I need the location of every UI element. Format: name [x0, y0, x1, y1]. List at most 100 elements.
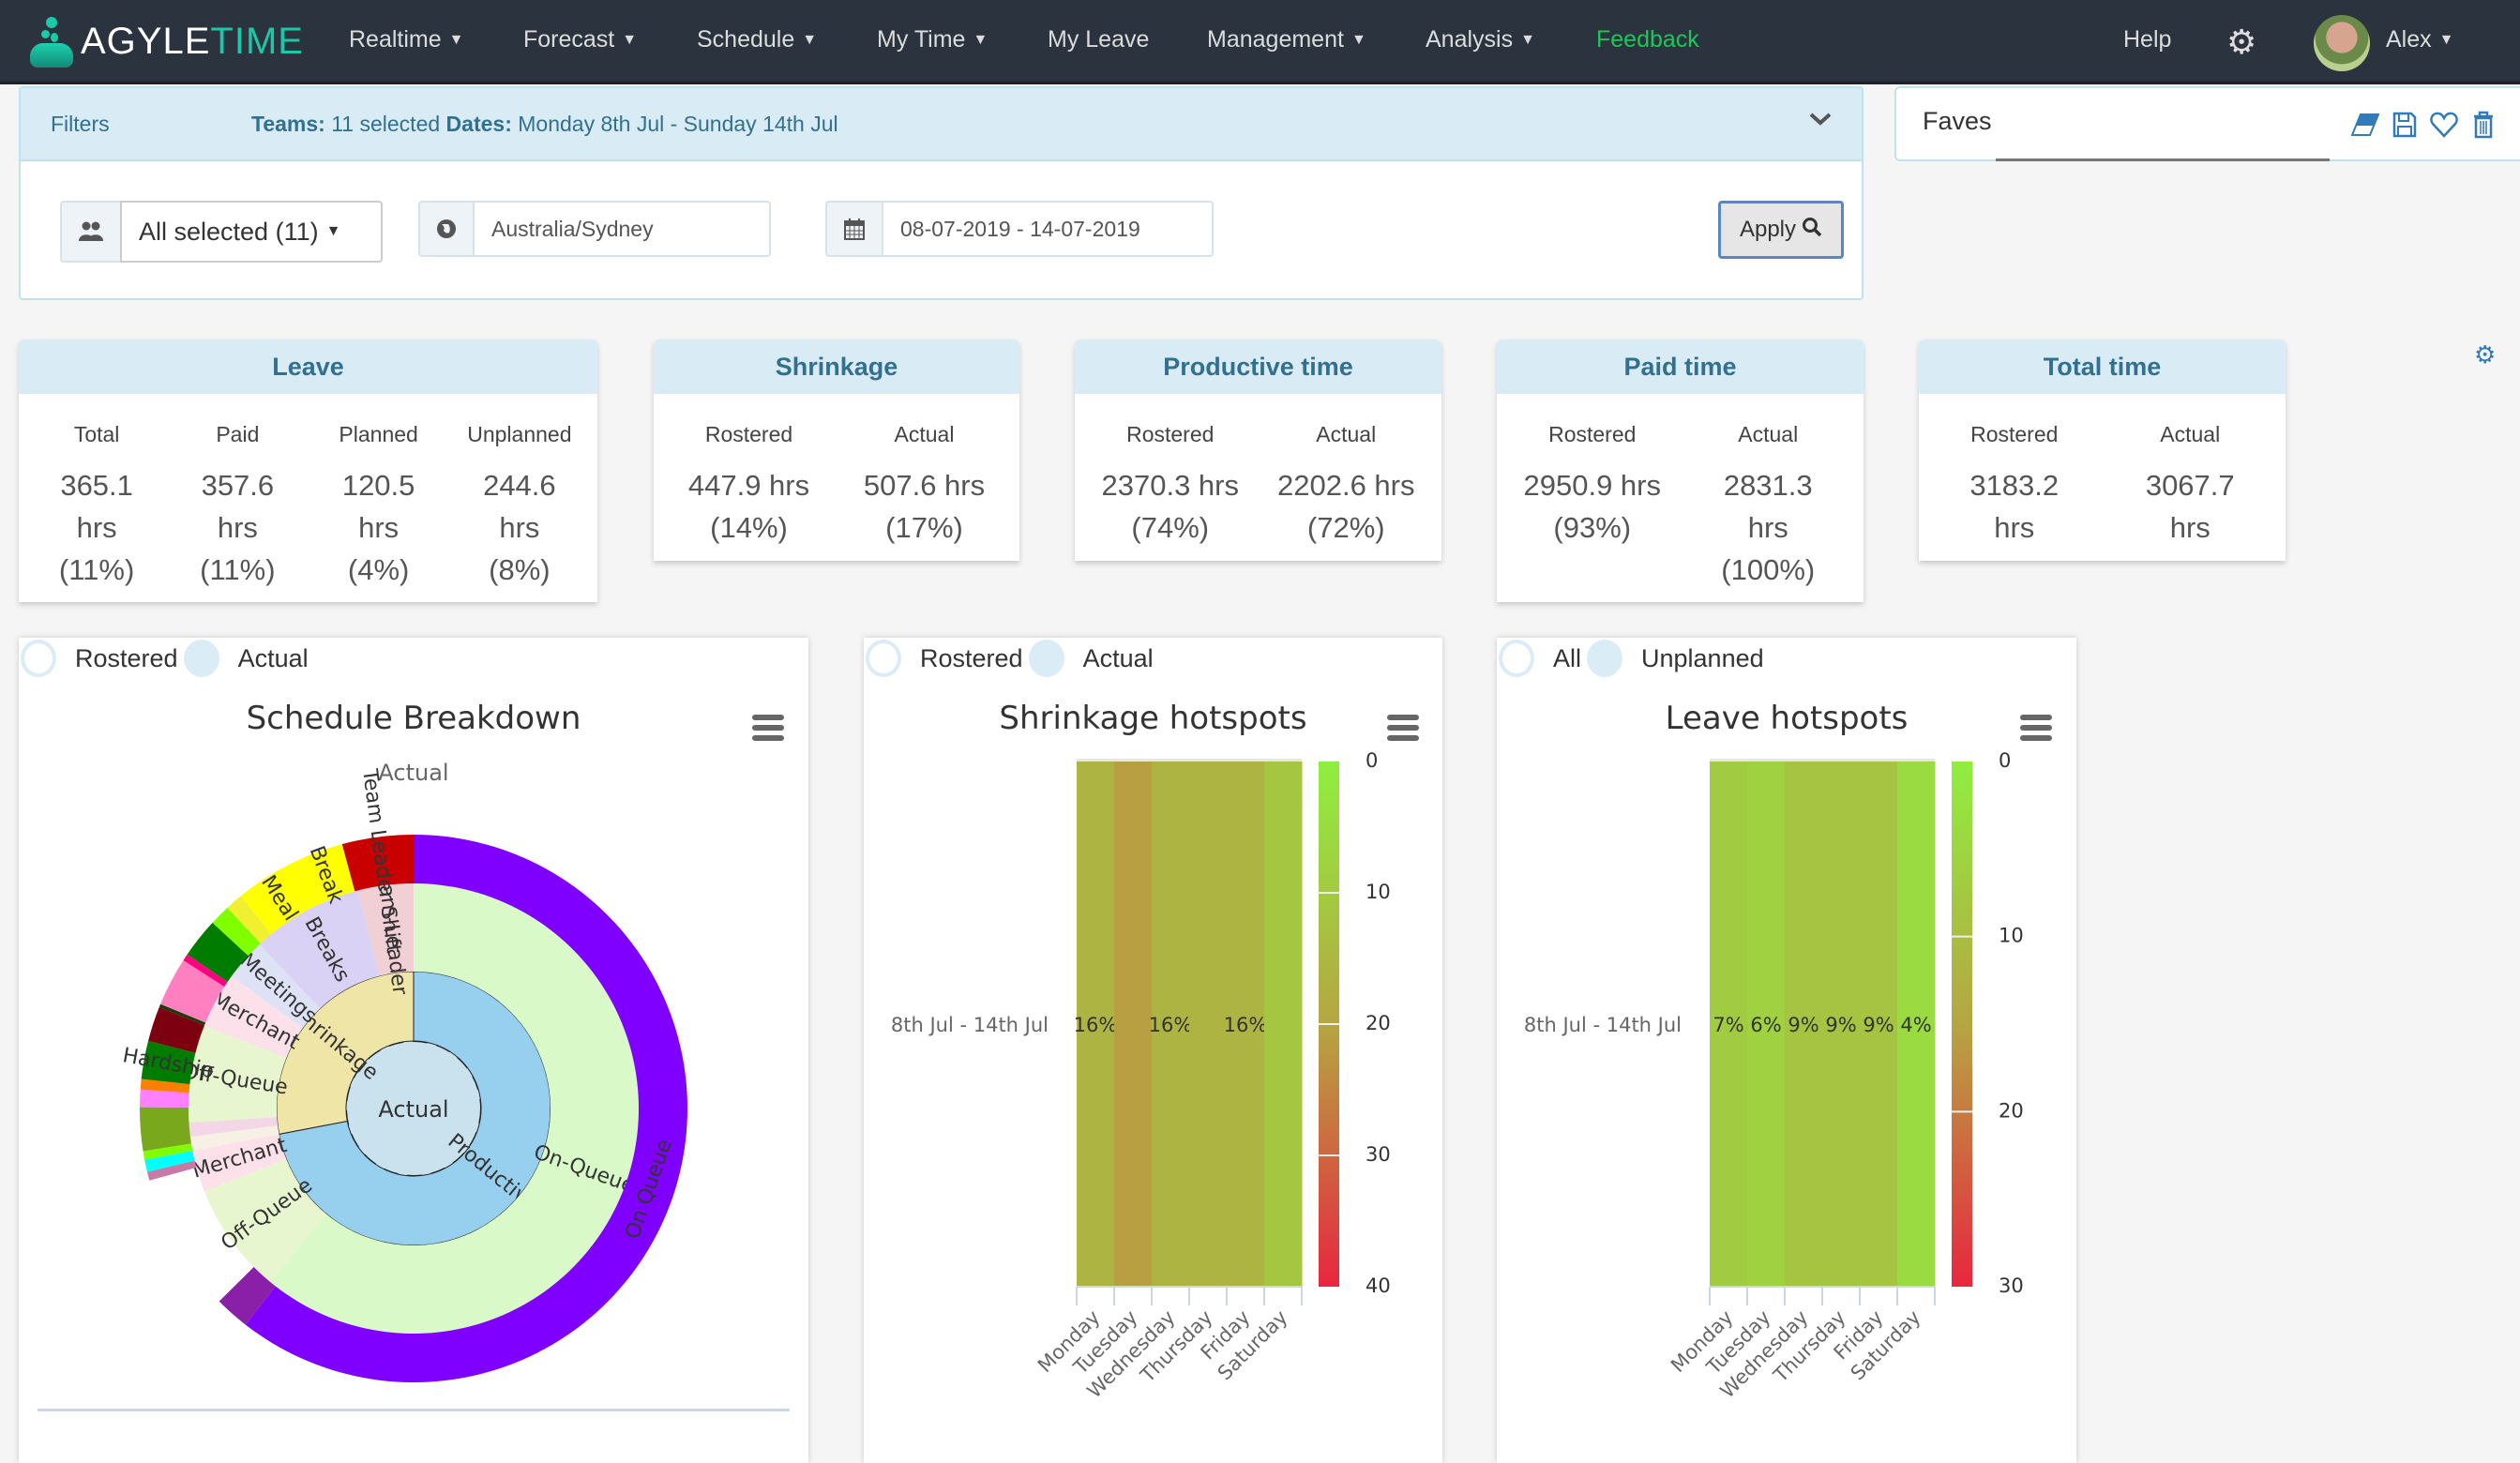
heatmap-data-label: 9%: [1788, 1014, 1818, 1036]
sunburst-chart: ActualProductiveShrinkageOn-QueueOff-Que…: [121, 767, 688, 1382]
apply-button[interactable]: Apply: [1718, 201, 1844, 259]
shrinkage-hotspots-card: Rostered Actual Shrinkage hotspots 16% 16…: [864, 638, 1442, 1463]
stat-card-title: Paid time: [1497, 339, 1864, 394]
leave-hotspots-card: All Unplanned Leave hotspots 7% 6% 9% 9% 9% 4…: [1497, 638, 2076, 1463]
heatmap-cell[interactable]: [1189, 762, 1228, 1287]
teams-users-icon: [60, 201, 122, 263]
caret-down-icon: ▼: [2438, 32, 2454, 48]
stat-card-productive-time: Productive time Rostered 2370.3 hrs (74%)…: [1075, 339, 1441, 561]
agyletime-logo-icon: [26, 15, 75, 68]
faves-input[interactable]: [1996, 88, 2330, 161]
heatmap-data-label: 16%: [1224, 1014, 1268, 1036]
sunburst-segment[interactable]: [140, 1107, 191, 1152]
stat-actual: Actual 2202.6 hrs (72%): [1277, 422, 1415, 544]
stat-actual: Actual 507.6 hrs (17%): [863, 422, 986, 544]
date-range-input[interactable]: 08-07-2019 - 14-07-2019: [882, 201, 1214, 257]
stat-rostered: Rostered 2370.3 hrs (74%): [1101, 422, 1240, 544]
stat-paid: Paid 357.6 hrs (11%): [200, 422, 276, 586]
color-axis-bar: [1952, 762, 1972, 1287]
user-menu[interactable]: Alex ▼: [2386, 26, 2453, 53]
calendar-icon: [825, 201, 883, 257]
stat-card-leave: Leave Total 365.1 hrs (11%) Paid 357.6 hrs…: [19, 339, 597, 602]
nav-analysis[interactable]: Analysis ▼: [1426, 26, 1535, 53]
nav-my-leave[interactable]: My Leave: [1048, 26, 1149, 53]
leave-heatmap: 7% 6% 9% 9% 9% 4%8th Jul - 14th JulMondayTues…: [1524, 749, 2024, 1403]
color-axis-label: 20: [1366, 1012, 1391, 1034]
stat-card-title: Leave: [19, 339, 597, 394]
stat-rostered: Rostered 447.9 hrs (14%): [687, 422, 810, 544]
heatmap-row-label: 8th Jul - 14th Jul: [1524, 1014, 1682, 1036]
stat-rostered: Rostered 3183.2 hrs: [1969, 422, 2060, 544]
heatmap-data-label: 9%: [1825, 1014, 1856, 1036]
globe-icon: [418, 201, 475, 257]
heatmap-cell[interactable]: [1114, 762, 1153, 1287]
timezone-input[interactable]: Australia/Sydney: [473, 201, 771, 257]
stat-actual: Actual 2831.3 hrs (100%): [1721, 422, 1816, 586]
stat-card-paid-time: Paid time Rostered 2950.9 hrs (93%) Actua…: [1497, 339, 1864, 602]
filters-header[interactable]: Filters Teams: 11 selected Dates: Monday…: [21, 88, 1862, 161]
stat-card-shrinkage: Shrinkage Rostered 447.9 hrs (14%) Actual…: [654, 339, 1019, 561]
color-axis-label: 10: [1366, 881, 1391, 903]
color-axis-label: 30: [1999, 1274, 2024, 1297]
heart-icon[interactable]: [2428, 109, 2460, 141]
heatmap-data-label: 7%: [1713, 1014, 1743, 1036]
faves-label: Faves: [1923, 107, 1992, 135]
eraser-icon[interactable]: [2349, 109, 2381, 141]
search-icon: [1802, 217, 1822, 244]
stat-total: Total 365.1 hrs (11%): [58, 422, 135, 586]
nav-feedback[interactable]: Feedback: [1596, 26, 1699, 53]
faves-panel: Faves: [1894, 86, 2520, 161]
caret-down-icon: ▼: [622, 32, 638, 48]
sunburst-center-label: Actual: [378, 1096, 448, 1123]
filters-summary: Teams: 11 selected Dates: Monday 8th Jul…: [251, 112, 838, 136]
nav-management[interactable]: Management ▼: [1207, 26, 1366, 53]
stat-unplanned: Unplanned 244.6 hrs (8%): [467, 422, 572, 586]
stat-planned: Planned 120.5 hrs (4%): [339, 422, 418, 586]
color-axis-label: 20: [1999, 1099, 2024, 1122]
heatmap-data-label: 4%: [1900, 1014, 1931, 1036]
nav-my-time[interactable]: My Time ▼: [877, 26, 988, 53]
stat-actual: Actual 3067.7 hrs: [2145, 422, 2235, 544]
trash-icon[interactable]: [2467, 109, 2499, 141]
settings-gear-icon[interactable]: ⚙: [2226, 23, 2256, 62]
color-axis-label: 30: [1366, 1143, 1391, 1166]
chart-divider: [38, 1409, 790, 1411]
heatmap-data-label: 9%: [1863, 1014, 1894, 1036]
stat-card-title: Total time: [1919, 339, 2286, 394]
color-axis-label: 0: [1366, 749, 1378, 772]
heatmap-row-label: 8th Jul - 14th Jul: [891, 1014, 1049, 1036]
teams-select[interactable]: All selected (11) ▼: [120, 201, 383, 263]
color-axis-label: 0: [1999, 749, 2011, 772]
top-navbar: AGYLETIME Realtime ▼ Forecast ▼ Schedule ▼ …: [0, 0, 2520, 84]
color-axis-label: 10: [1999, 925, 2024, 947]
color-axis-label: 40: [1366, 1274, 1391, 1297]
nav-schedule[interactable]: Schedule ▼: [697, 26, 817, 53]
brand-logo[interactable]: AGYLETIME: [26, 15, 304, 68]
caret-down-icon: ▼: [1520, 32, 1535, 48]
brand-name: AGYLETIME: [81, 20, 304, 62]
nav-realtime[interactable]: Realtime ▼: [349, 26, 464, 53]
nav-forecast[interactable]: Forecast ▼: [523, 26, 637, 53]
heatmap-cell[interactable]: [1264, 762, 1303, 1287]
stat-card-title: Productive time: [1075, 339, 1441, 394]
save-icon[interactable]: [2389, 109, 2421, 141]
user-avatar[interactable]: [2314, 15, 2370, 71]
nav-help[interactable]: Help: [2123, 26, 2171, 53]
stat-card-total-time: Total time Rostered 3183.2 hrs Actual 3067…: [1919, 339, 2286, 561]
filters-panel: Filters Teams: 11 selected Dates: Monday…: [19, 86, 1864, 300]
chevron-down-icon[interactable]: [1809, 105, 1832, 134]
caret-down-icon: ▼: [802, 32, 818, 48]
caret-down-icon: ▼: [973, 32, 988, 48]
dashboard-settings-gear-icon[interactable]: ⚙: [2474, 340, 2496, 370]
caret-down-icon: ▼: [1351, 32, 1366, 48]
caret-down-icon: ▼: [448, 32, 464, 48]
schedule-breakdown-card: Rostered Actual Schedule Breakdown Actua…: [19, 638, 808, 1463]
shrinkage-heatmap: 16% 16% 16%8th Jul - 14th JulMondayTuesday…: [891, 749, 1391, 1403]
stat-card-title: Shrinkage: [654, 339, 1019, 394]
stat-rostered: Rostered 2950.9 hrs (93%): [1523, 422, 1662, 544]
heatmap-data-label: 16%: [1074, 1014, 1118, 1036]
filters-title: Filters: [51, 112, 110, 136]
heatmap-data-label: 16%: [1149, 1014, 1193, 1036]
caret-down-icon: ▼: [325, 223, 341, 239]
heatmap-data-label: 6%: [1750, 1014, 1781, 1036]
